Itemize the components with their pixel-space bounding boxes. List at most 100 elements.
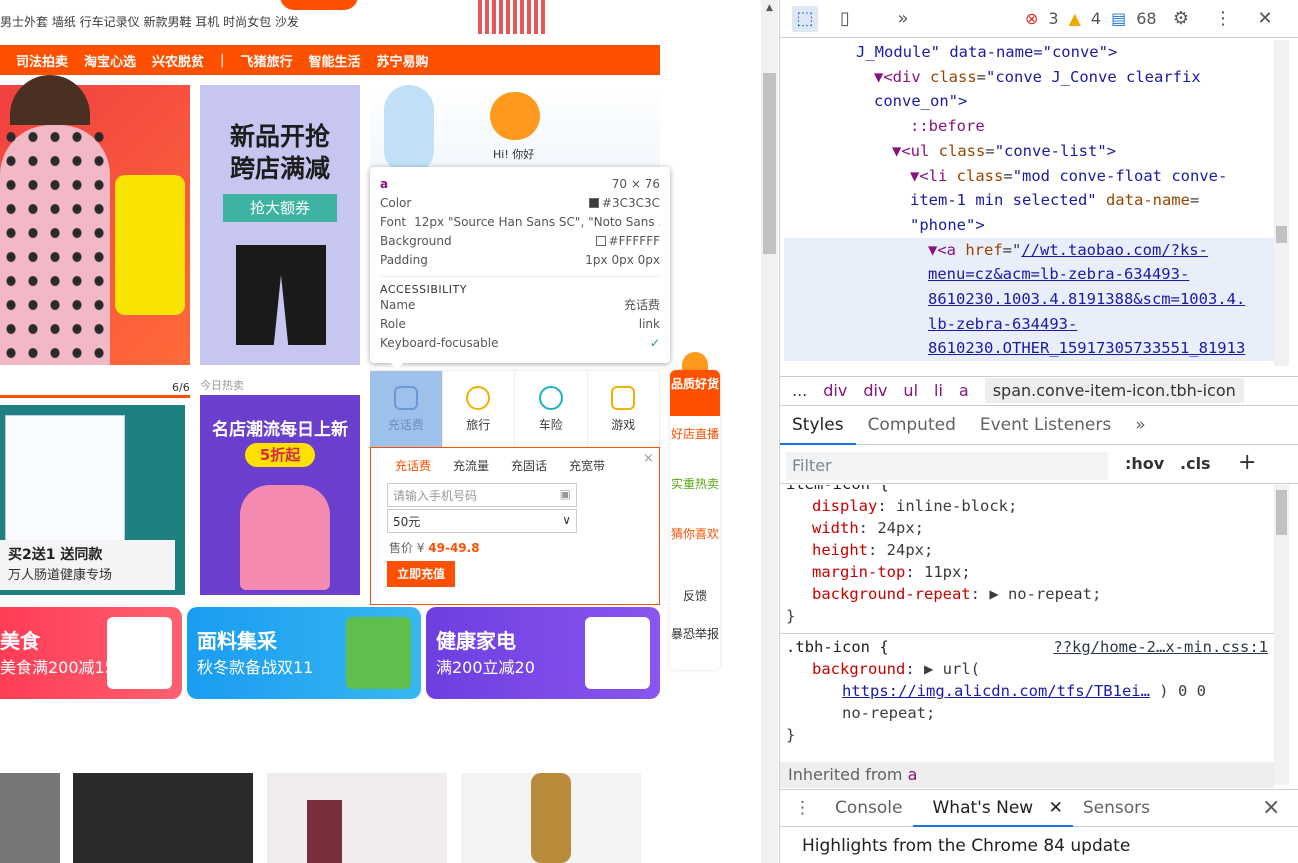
- breadcrumb-item[interactable]: ...: [792, 381, 807, 400]
- recharge-tab-landline[interactable]: 充固话: [511, 457, 547, 474]
- tab-sensors[interactable]: Sensors: [1073, 789, 1160, 827]
- nav-item[interactable]: 苏宁易购: [376, 51, 428, 70]
- css-declaration[interactable]: height: 24px;: [780, 539, 1274, 561]
- dom-line[interactable]: ▼<ul class="conve-list">: [780, 139, 1274, 164]
- report-link[interactable]: 暴恐举报: [670, 626, 720, 642]
- category-banner-appliance[interactable]: 健康家电 满200立减20: [426, 607, 660, 699]
- more-tabs-chevron-icon[interactable]: »: [1123, 405, 1157, 445]
- dom-link[interactable]: menu=cz&acm=lb-zebra-634493-: [928, 265, 1189, 283]
- scrollbar-thumb[interactable]: [1276, 490, 1287, 535]
- dom-line[interactable]: ::before: [780, 114, 1274, 139]
- breadcrumb-item[interactable]: div: [863, 381, 887, 400]
- recharge-submit-button[interactable]: 立即充值: [387, 561, 455, 587]
- dom-link[interactable]: 8610230.OTHER_15917305733551_81913: [928, 339, 1245, 357]
- close-icon[interactable]: ✕: [1252, 6, 1278, 32]
- page-scrollbar[interactable]: ▲: [761, 0, 778, 863]
- tab-event-listeners[interactable]: Event Listeners: [968, 405, 1123, 445]
- tab-computed[interactable]: Computed: [856, 405, 968, 445]
- scroll-up-arrow-icon[interactable]: ▲: [761, 0, 778, 17]
- new-rule-plus-icon[interactable]: +: [1238, 450, 1256, 475]
- css-declaration[interactable]: background-repeat: ▶ no-repeat;: [780, 583, 1274, 605]
- fashion-ad[interactable]: 名店潮流每日上新 5折起: [200, 395, 360, 595]
- css-declaration[interactable]: width: 24px;: [780, 517, 1274, 539]
- hot-search-words[interactable]: 男士外套 墙纸 行车记录仪 新款男鞋 耳机 时尚女包 沙发: [0, 13, 299, 30]
- nav-item[interactable]: 飞猪旅行: [240, 51, 292, 70]
- nav-item[interactable]: 兴农脱贫: [152, 51, 204, 70]
- more-tabs-chevron-icon[interactable]: »: [890, 6, 916, 32]
- css-declaration[interactable]: background: ▶ url(: [780, 658, 1274, 680]
- dom-line[interactable]: ▼<li class="mod conve-float conve-: [780, 164, 1274, 189]
- drawer-menu-icon[interactable]: ⋮: [780, 789, 825, 827]
- hot-sale-link[interactable]: 实重热卖: [670, 476, 720, 492]
- device-toolbar-icon[interactable]: ▯: [832, 6, 858, 32]
- dom-line[interactable]: ▼<div class="conve J_Conve clearfix: [780, 65, 1274, 90]
- category-banner-food[interactable]: 美食 美食满200减15: [0, 607, 182, 699]
- nav-item[interactable]: 淘宝心选: [84, 51, 136, 70]
- tab-styles[interactable]: Styles: [780, 405, 856, 445]
- recharge-tab-phone[interactable]: 充话费: [395, 457, 431, 474]
- styles-filter-input[interactable]: Filter: [786, 452, 1108, 480]
- mascot-avatar[interactable]: [490, 92, 540, 140]
- class-toggle[interactable]: .cls: [1180, 454, 1211, 473]
- tab-whats-new[interactable]: What's New ✕: [912, 789, 1073, 827]
- selected-dom-node[interactable]: ▼<a href="//wt.taobao.com/?ks- menu=cz&a…: [784, 237, 1274, 362]
- close-tab-icon[interactable]: ✕: [1049, 798, 1063, 818]
- probiotic-ad[interactable]: 买2送1 送同款 万人肠道健康专场: [0, 405, 185, 595]
- breadcrumb-item[interactable]: a: [959, 381, 969, 400]
- gear-icon[interactable]: ⚙: [1168, 6, 1194, 32]
- recharge-tab-data[interactable]: 充流量: [453, 457, 489, 474]
- close-icon[interactable]: ×: [643, 451, 654, 466]
- breadcrumb-item[interactable]: ul: [903, 381, 918, 400]
- feedback-link[interactable]: 反馈: [670, 588, 720, 604]
- inspect-element-icon[interactable]: ⬚: [792, 6, 818, 32]
- amount-select[interactable]: 50元 ∨: [387, 509, 577, 533]
- breadcrumb-item-current[interactable]: span.conve-item-icon.tbh-icon: [984, 378, 1244, 403]
- dom-line[interactable]: "phone">: [780, 213, 1274, 238]
- css-declaration[interactable]: display: inline-block;: [780, 495, 1274, 517]
- kebab-menu-icon[interactable]: ⋮: [1210, 6, 1236, 32]
- product-image[interactable]: [267, 773, 447, 863]
- product-image[interactable]: [0, 773, 60, 863]
- recharge-tab-broadband[interactable]: 充宽带: [569, 457, 605, 474]
- tab-travel[interactable]: 旅行: [443, 371, 515, 447]
- css-declaration[interactable]: margin-top: 11px;: [780, 561, 1274, 583]
- contacts-icon[interactable]: ▣: [560, 487, 571, 503]
- dom-link[interactable]: //wt.taobao.com/?ks-: [1021, 241, 1208, 259]
- tab-games[interactable]: 游戏: [588, 371, 660, 447]
- quality-goods-button[interactable]: 品质好货: [670, 370, 720, 416]
- scrollbar-thumb[interactable]: [1276, 226, 1287, 243]
- inherited-tag[interactable]: a: [908, 765, 918, 784]
- breadcrumb-item[interactable]: div: [823, 381, 847, 400]
- css-url-link[interactable]: https://img.alicdn.com/tfs/TB1ei…: [842, 682, 1150, 700]
- coupon-button[interactable]: 抢大额券: [223, 194, 337, 222]
- tab-car-insurance[interactable]: 车险: [515, 371, 588, 447]
- dom-link[interactable]: lb-zebra-634493-: [928, 315, 1077, 333]
- styles-scrollbar[interactable]: [1274, 485, 1289, 785]
- dom-link[interactable]: 8610230.1003.4.8191388&scm=1003.4.: [928, 290, 1245, 308]
- nav-item[interactable]: 司法拍卖: [16, 51, 68, 70]
- rule-source-link[interactable]: ??kg/home-2…x-min.css:1: [1053, 636, 1274, 658]
- guess-you-like-link[interactable]: 猜你喜欢: [670, 526, 720, 542]
- tab-console[interactable]: Console: [825, 789, 913, 827]
- dom-value: "conve J_Conve clearfix: [986, 67, 1201, 86]
- live-shops-link[interactable]: 好店直播: [670, 426, 720, 442]
- category-banner-fabric[interactable]: 面料集采 秋冬款备战双11: [187, 607, 421, 699]
- scrollbar-thumb[interactable]: [763, 73, 776, 254]
- hover-state-toggle[interactable]: :hov: [1125, 454, 1164, 473]
- dom-line[interactable]: conve_on">: [780, 89, 1274, 114]
- breadcrumb-item[interactable]: li: [934, 381, 943, 400]
- devtools-toolbar: ⬚ ▯ » ⊗ 3 ▲ 4 ▤ 68 ⚙ ⋮ ✕: [780, 0, 1298, 38]
- product-image[interactable]: [461, 773, 641, 863]
- dom-line[interactable]: item-1 min selected" data-name=: [780, 188, 1274, 213]
- dom-line[interactable]: J_Module" data-name="conve">: [780, 40, 1274, 65]
- phone-number-input[interactable]: 请输入手机号码 ▣: [387, 483, 577, 507]
- elements-scrollbar[interactable]: [1274, 40, 1289, 366]
- issue-counts[interactable]: ⊗ 3 ▲ 4 ▤ 68: [1025, 9, 1157, 28]
- close-drawer-icon[interactable]: ×: [1262, 795, 1280, 820]
- hero-carousel-banner[interactable]: [0, 75, 190, 365]
- promo-banner-new[interactable]: 新品开抢 跨店满减 抢大额券: [200, 85, 360, 365]
- tab-recharge[interactable]: 充话费: [370, 371, 443, 447]
- search-button-edge[interactable]: [280, 0, 358, 10]
- nav-item[interactable]: 智能生活: [308, 51, 360, 70]
- product-image[interactable]: [73, 773, 253, 863]
